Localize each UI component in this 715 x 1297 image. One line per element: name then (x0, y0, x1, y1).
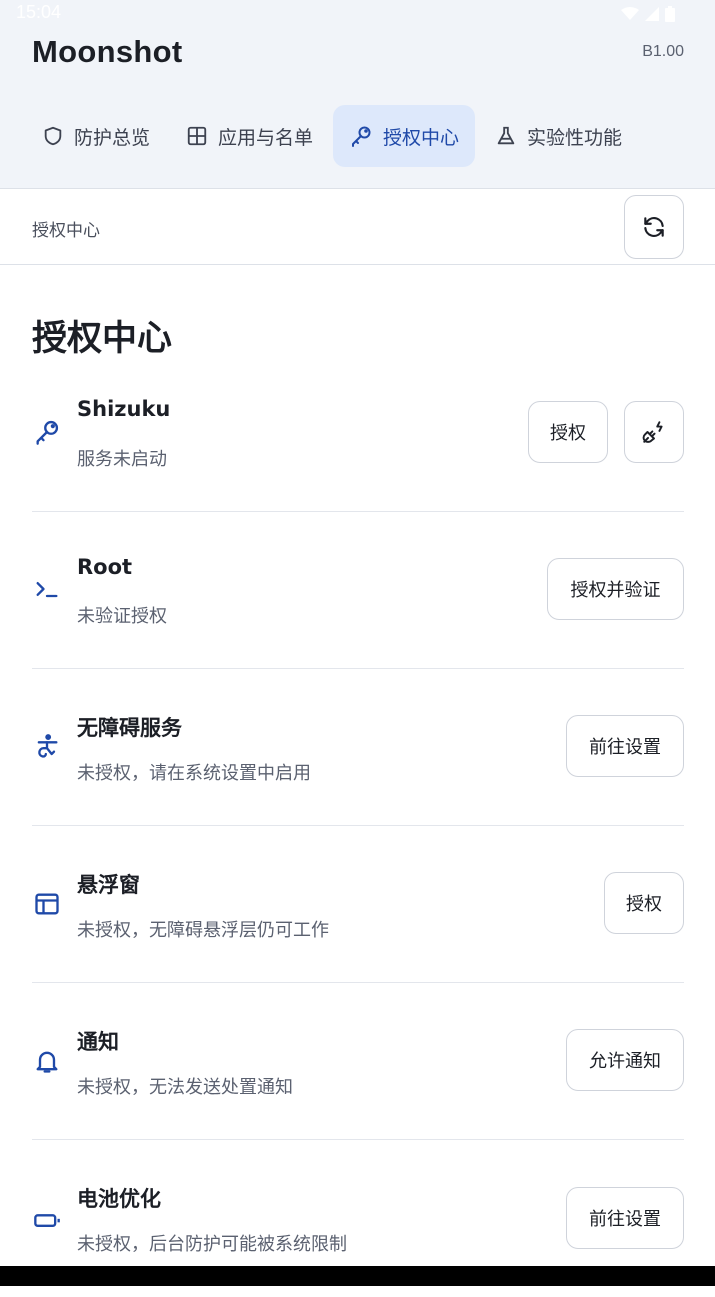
accessibility-icon (32, 732, 62, 762)
status-icons (621, 6, 675, 22)
signal-icon (645, 7, 659, 21)
item-subtitle: 未授权，无障碍悬浮层仍可工作 (77, 920, 329, 941)
flask-icon (497, 126, 515, 145)
tab-protection-overview[interactable]: 防护总览 (26, 105, 166, 167)
item-title: 通知 (77, 1030, 119, 1054)
grid-icon (187, 126, 207, 146)
open-battery-settings-button[interactable]: 前往设置 (566, 1187, 684, 1249)
list-item-root: Root 未验证授权 授权并验证 (32, 512, 684, 669)
version-label: B1.00 (642, 43, 684, 60)
open-settings-button[interactable]: 前往设置 (566, 715, 684, 777)
battery-icon (32, 1205, 62, 1235)
item-title: Root (77, 555, 133, 579)
status-bar: 15:04 (0, 0, 715, 26)
key-icon (352, 126, 371, 147)
item-subtitle: 未验证授权 (77, 606, 167, 627)
list-item-accessibility: 无障碍服务 未授权，请在系统设置中启用 前往设置 (32, 669, 684, 826)
shield-icon (44, 126, 62, 146)
breadcrumb-bar: 授权中心 (0, 189, 715, 265)
tab-authorization-center[interactable]: 授权中心 (333, 105, 476, 167)
battery-status-icon (665, 6, 675, 22)
item-title: 电池优化 (77, 1187, 161, 1211)
tab-label: 实验性功能 (527, 126, 623, 149)
list-item-notifications: 通知 未授权，无法发送处置通知 允许通知 (32, 983, 684, 1140)
allow-notifications-button[interactable]: 允许通知 (566, 1029, 684, 1091)
refresh-icon (644, 217, 664, 237)
tab-experimental[interactable]: 实验性功能 (479, 105, 638, 167)
authorize-overlay-button[interactable]: 授权 (604, 872, 684, 934)
plug-icon (642, 421, 663, 443)
authorize-button[interactable]: 授权 (528, 401, 608, 463)
window-icon (32, 889, 62, 919)
item-subtitle: 未授权，无法发送处置通知 (77, 1077, 293, 1098)
terminal-icon (32, 574, 62, 604)
authorize-verify-button[interactable]: 授权并验证 (547, 558, 684, 620)
key-icon (32, 417, 62, 447)
wifi-icon (621, 7, 639, 20)
tab-label: 应用与名单 (218, 126, 314, 149)
item-subtitle: 服务未启动 (77, 449, 167, 470)
status-time: 15:04 (16, 2, 62, 22)
app-title: Moonshot (32, 34, 183, 69)
list-item-shizuku: Shizuku 服务未启动 授权 (32, 355, 684, 512)
tab-bar: 防护总览 应用与名单 授权中心 实验性功能 (26, 105, 642, 167)
refresh-button[interactable] (624, 195, 684, 259)
list-item-overlay: 悬浮窗 未授权，无障碍悬浮层仍可工作 授权 (32, 826, 684, 983)
item-subtitle: 未授权，后台防护可能被系统限制 (77, 1234, 347, 1255)
item-title: Shizuku (77, 397, 171, 421)
app-header: 15:04 Moonshot B1.00 防护总览 应用与名单 授权中心 实验性… (0, 0, 715, 189)
breadcrumb: 授权中心 (32, 221, 100, 241)
bell-icon (32, 1046, 62, 1076)
item-title: 无障碍服务 (77, 716, 182, 740)
system-nav-bar (0, 1266, 715, 1286)
connect-button[interactable] (624, 401, 684, 463)
page-title: 授权中心 (32, 319, 173, 359)
tab-apps-lists[interactable]: 应用与名单 (170, 105, 329, 167)
item-subtitle: 未授权，请在系统设置中启用 (77, 763, 311, 784)
tab-label: 防护总览 (74, 126, 151, 149)
item-title: 悬浮窗 (77, 873, 140, 897)
tab-label: 授权中心 (383, 126, 460, 149)
